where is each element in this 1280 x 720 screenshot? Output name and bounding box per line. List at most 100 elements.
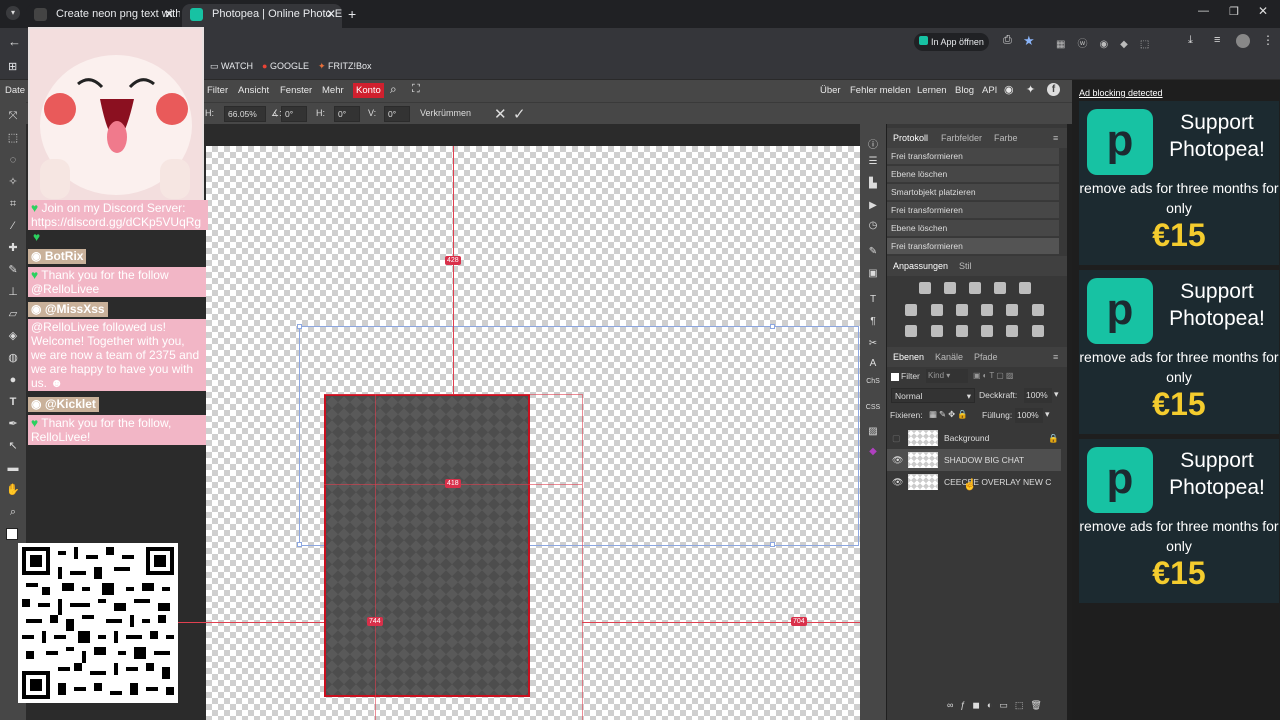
hue-icon[interactable]: [931, 304, 943, 316]
glyph-icon[interactable]: A: [866, 358, 880, 372]
menu-view[interactable]: Ansicht: [238, 85, 269, 96]
fullscreen-icon[interactable]: ⛶: [412, 83, 420, 96]
profile-avatar[interactable]: [1236, 34, 1250, 48]
menu-learn[interactable]: Lernen: [917, 85, 947, 96]
apps-grid-icon[interactable]: ⊞: [8, 60, 17, 73]
brightness-icon[interactable]: [919, 282, 931, 294]
support-ad[interactable]: p Support Photopea! remove ads for three…: [1079, 439, 1279, 603]
account-button[interactable]: Konto: [353, 83, 384, 98]
hskew-field[interactable]: 0°: [334, 106, 360, 122]
brush-tool-icon[interactable]: ✎: [6, 264, 20, 277]
tab-history[interactable]: Protokoll: [893, 133, 928, 143]
filter-checkbox[interactable]: [891, 373, 899, 381]
open-in-app-button[interactable]: In App öffnen: [914, 33, 989, 51]
character-icon[interactable]: T: [866, 294, 880, 308]
bw-icon[interactable]: [981, 304, 993, 316]
menu-blog[interactable]: Blog: [955, 85, 974, 96]
zoom-tool-icon[interactable]: ⌕: [6, 506, 20, 519]
tab-paths[interactable]: Pfade: [974, 352, 998, 362]
character-styles-label[interactable]: ChS: [864, 378, 882, 392]
tab-adjustments[interactable]: Anpassungen: [893, 261, 948, 271]
histogram-icon[interactable]: ▙: [866, 178, 880, 192]
brush-settings-icon[interactable]: ✎: [866, 246, 880, 260]
eye-icon[interactable]: 👁: [892, 449, 903, 471]
blend-mode-select[interactable]: Normal ▾: [891, 388, 975, 403]
clock-icon[interactable]: ◷: [866, 220, 880, 234]
shadow-layer-content[interactable]: [324, 394, 530, 697]
color-icon[interactable]: ◆: [866, 446, 880, 460]
menu-api[interactable]: API: [982, 85, 997, 96]
search-icon[interactable]: ⌕: [390, 82, 397, 97]
menu-window[interactable]: Fenster: [280, 85, 312, 96]
exposure-icon[interactable]: [994, 282, 1006, 294]
properties-icon[interactable]: ☰: [866, 156, 880, 170]
bookmark-google[interactable]: ● GOOGLE: [262, 61, 309, 71]
vskew-field[interactable]: 0°: [384, 106, 410, 122]
hand-tool-icon[interactable]: ✋: [6, 484, 20, 497]
back-icon[interactable]: ←: [8, 34, 21, 49]
new-tab-button[interactable]: +: [348, 6, 356, 22]
pen-tool-icon[interactable]: ✒: [6, 418, 20, 431]
actions-icon[interactable]: ▶: [866, 200, 880, 214]
gradient-map-icon[interactable]: [981, 325, 993, 337]
tab-style[interactable]: Stil: [959, 261, 972, 271]
close-tab-icon[interactable]: ✕: [326, 4, 336, 24]
kind-select[interactable]: Kind ▾: [926, 369, 968, 383]
extension-icons[interactable]: ▦ⓦ◉◆⬚: [1056, 35, 1161, 50]
visibility-toggle-off[interactable]: ▢: [892, 427, 901, 449]
eye-icon[interactable]: 👁: [892, 471, 903, 493]
tab-search-icon[interactable]: ▾: [6, 6, 20, 20]
history-item[interactable]: Ebene löschen: [887, 166, 1059, 183]
bookmark-watch[interactable]: ▭ WATCH: [210, 61, 253, 72]
css-label[interactable]: CSS: [864, 404, 882, 418]
paragraph-icon[interactable]: ¶: [866, 316, 880, 330]
history-item[interactable]: Frei transformieren: [887, 148, 1059, 165]
image-icon[interactable]: ▨: [866, 426, 880, 440]
menu-about[interactable]: Über: [820, 85, 841, 96]
tab-channels[interactable]: Kanäle: [935, 352, 963, 362]
download-icon[interactable]: ⤓: [1188, 34, 1193, 47]
shape-tool-icon[interactable]: ▬: [6, 462, 20, 475]
healing-icon[interactable]: ✚: [6, 242, 20, 255]
minimize-button[interactable]: —: [1198, 5, 1209, 17]
color-swatches[interactable]: [6, 528, 18, 540]
fill-field[interactable]: 100%: [1015, 408, 1043, 423]
height-field[interactable]: 66.05%: [224, 106, 266, 122]
threshold-icon[interactable]: [956, 325, 968, 337]
close-window-button[interactable]: ✕: [1258, 4, 1268, 18]
warp-button[interactable]: Verkrümmen: [420, 108, 471, 118]
info-icon[interactable]: ⓘ: [866, 136, 880, 151]
eyedropper-icon[interactable]: ⁄: [6, 220, 20, 233]
swatches-icon[interactable]: ▣: [866, 268, 880, 282]
close-tab-icon[interactable]: ✕: [164, 4, 174, 24]
dodge-tool-icon[interactable]: ●: [6, 374, 20, 387]
bookmark-star-icon[interactable]: ★: [1023, 33, 1035, 49]
magic-wand-icon[interactable]: ✧: [6, 176, 20, 189]
blur-tool-icon[interactable]: ◍: [6, 352, 20, 365]
commit-transform-icon[interactable]: ✓: [513, 105, 526, 123]
angle-field[interactable]: 0°: [281, 106, 307, 122]
tab-neon-text[interactable]: Create neon png text with a tra ✕: [26, 4, 180, 28]
menu-file[interactable]: Date: [5, 85, 25, 96]
transform-handle[interactable]: [297, 542, 302, 547]
bookmark-fritzbox[interactable]: ✦ FRITZ!Box: [318, 61, 372, 72]
layer-row-background[interactable]: ▢ Background 🔒: [887, 427, 1061, 449]
share-icon[interactable]: ⎙: [1003, 34, 1012, 47]
twitter-icon[interactable]: ✦: [1026, 83, 1035, 96]
facebook-icon[interactable]: f: [1047, 83, 1060, 96]
layer-filter-icons[interactable]: ▣◐T▢▨: [973, 371, 1015, 380]
transform-handle[interactable]: [770, 324, 775, 329]
marquee-tool-icon[interactable]: ⬚: [6, 132, 20, 145]
transform-handle[interactable]: [297, 324, 302, 329]
replace-color-icon[interactable]: [1032, 325, 1044, 337]
layer-row-shadow-big-chat[interactable]: 👁 SHADOW BIG CHAT: [887, 449, 1061, 471]
lock-icons[interactable]: ▦✎✥🔒: [929, 409, 970, 420]
history-item[interactable]: Frei transformieren: [887, 238, 1059, 255]
history-item[interactable]: Smartobjekt platzieren: [887, 184, 1059, 201]
curves-icon[interactable]: [969, 282, 981, 294]
history-item[interactable]: Frei transformieren: [887, 202, 1059, 219]
menu-icon[interactable]: ≡: [1214, 34, 1220, 46]
panel-menu-icon[interactable]: ≡: [1053, 133, 1058, 143]
tools-settings-icon[interactable]: ✂: [866, 338, 880, 352]
levels-icon[interactable]: [944, 282, 956, 294]
